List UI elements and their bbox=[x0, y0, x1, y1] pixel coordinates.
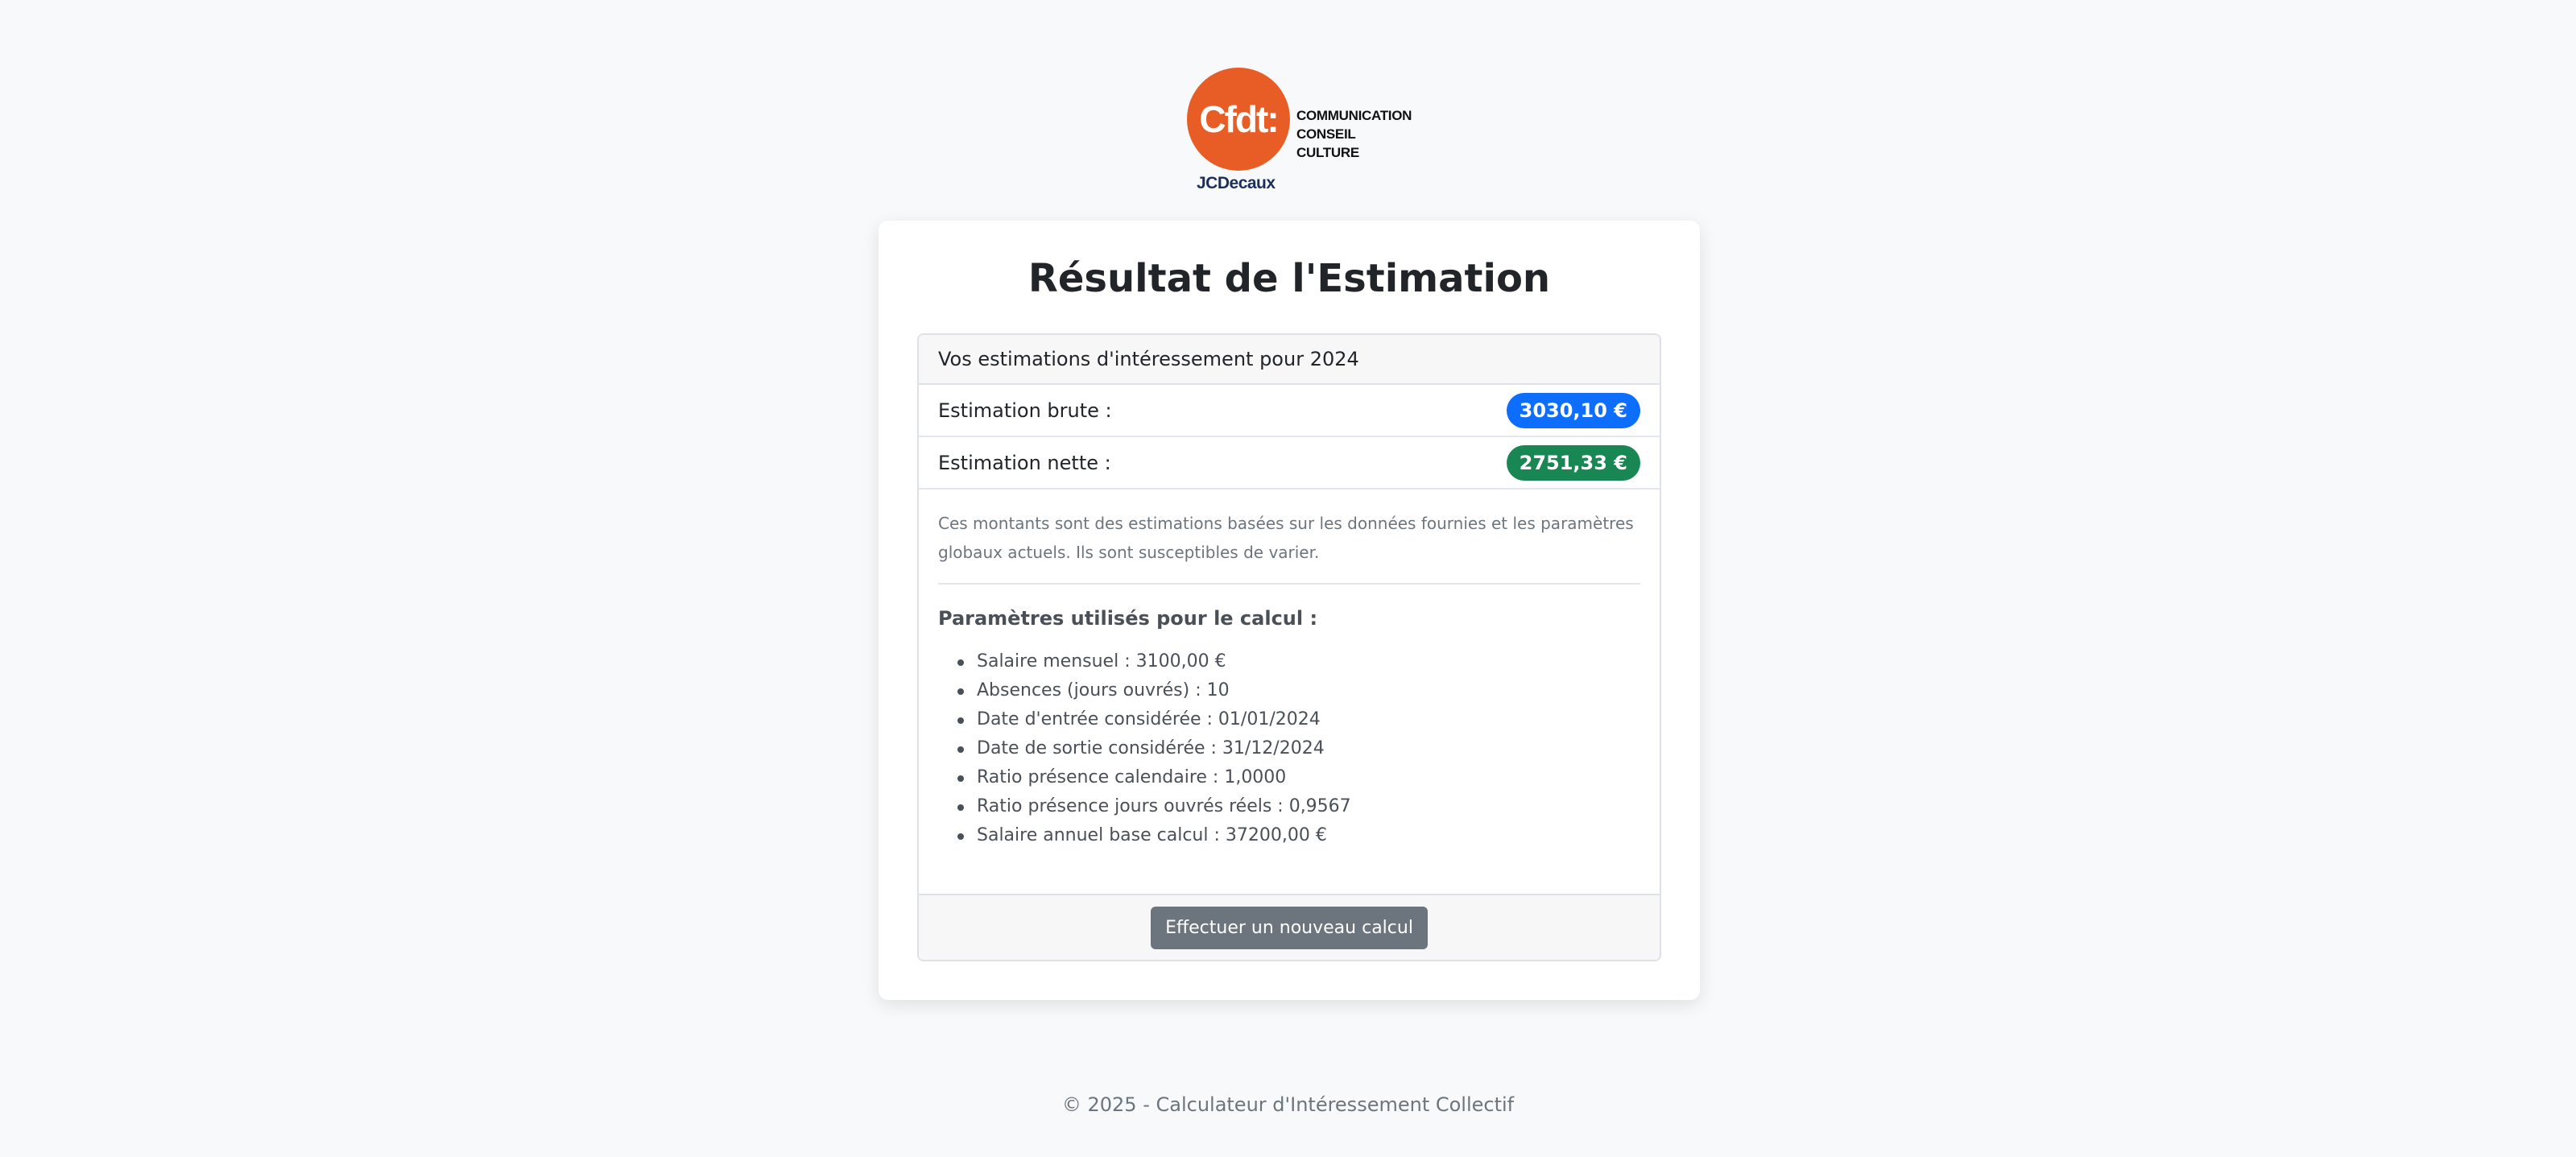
gross-estimate-label: Estimation brute : bbox=[938, 399, 1112, 422]
logo: Cfdt: COMMUNICATION CONSEIL CULTURE JCDe… bbox=[1187, 68, 1412, 196]
result-card: Résultat de l'Estimation Vos estimations… bbox=[879, 221, 1700, 1000]
list-item: Absences (jours ouvrés) : 10 bbox=[957, 676, 1640, 705]
estimation-details: Ces montants sont des estimations basées… bbox=[919, 490, 1660, 850]
new-calculation-button[interactable]: Effectuer un nouveau calcul bbox=[1151, 906, 1428, 949]
list-item: Date d'entrée considérée : 01/01/2024 bbox=[957, 705, 1640, 734]
row-net-estimate: Estimation nette : 2751,33 € bbox=[919, 437, 1660, 490]
logo-mark-text: Cfdt: bbox=[1199, 98, 1279, 140]
logo-tagline: COMMUNICATION CONSEIL CULTURE bbox=[1296, 106, 1412, 162]
list-item: Ratio présence calendaire : 1,0000 bbox=[957, 763, 1640, 792]
list-item: Date de sortie considérée : 31/12/2024 bbox=[957, 734, 1640, 763]
estimation-panel: Vos estimations d'intéressement pour 202… bbox=[917, 333, 1661, 961]
page-title: Résultat de l'Estimation bbox=[1028, 256, 1551, 301]
logo-company: JCDecaux bbox=[1197, 174, 1276, 192]
divider bbox=[938, 583, 1640, 585]
parameters-title: Paramètres utilisés pour le calcul : bbox=[938, 607, 1318, 630]
list-item: Ratio présence jours ouvrés réels : 0,95… bbox=[957, 792, 1640, 821]
gross-estimate-badge: 3030,10 € bbox=[1506, 392, 1640, 428]
net-estimate-badge: 2751,33 € bbox=[1506, 444, 1640, 481]
parameters-list: Salaire mensuel : 3100,00 € Absences (jo… bbox=[938, 647, 1640, 850]
estimation-panel-footer: Effectuer un nouveau calcul bbox=[919, 894, 1660, 960]
page-footer: © 2025 - Calculateur d'Intéressement Col… bbox=[1061, 1093, 1515, 1116]
list-item: Salaire annuel base calcul : 37200,00 € bbox=[957, 821, 1640, 850]
list-item: Salaire mensuel : 3100,00 € bbox=[957, 647, 1640, 676]
estimation-panel-header: Vos estimations d'intéressement pour 202… bbox=[919, 335, 1660, 385]
net-estimate-label: Estimation nette : bbox=[938, 451, 1111, 474]
row-gross-estimate: Estimation brute : 3030,10 € bbox=[919, 385, 1660, 437]
cfdt-logo-mark: Cfdt: bbox=[1187, 68, 1290, 171]
disclaimer-note: Ces montants sont des estimations basées… bbox=[938, 514, 1634, 562]
logo-tagline-line-1: COMMUNICATION bbox=[1296, 108, 1412, 123]
logo-tagline-line-2: CONSEIL CULTURE bbox=[1296, 126, 1359, 160]
